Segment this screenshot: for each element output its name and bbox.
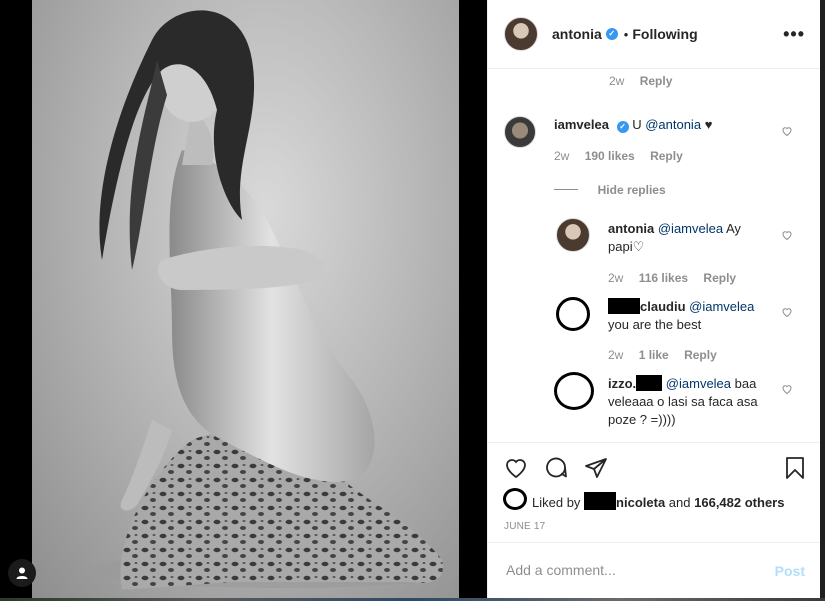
commenter-username[interactable]: iamvelea: [554, 117, 609, 132]
reply-button[interactable]: Reply: [684, 348, 717, 362]
post-actions: Liked by nicoleta and 166,482 others JUN…: [488, 442, 821, 543]
share-icon[interactable]: [584, 456, 608, 480]
user-tag-icon: [16, 567, 28, 579]
reply-username[interactable]: claudiu: [640, 299, 686, 314]
post-header: antonia ✓ • Following •••: [488, 0, 821, 69]
reply-text: poze ? =)))): [608, 412, 676, 427]
heart-icon[interactable]: [504, 456, 528, 480]
header-separator: •: [623, 26, 629, 42]
post-photo[interactable]: [32, 0, 459, 598]
like-reply-heart-icon[interactable]: [781, 306, 793, 318]
hide-replies-line: [554, 189, 578, 190]
reply-time: 2w: [608, 271, 624, 285]
user-tag-button[interactable]: [8, 559, 36, 587]
post-date[interactable]: JUNE 17: [504, 521, 545, 532]
author-username[interactable]: antonia: [552, 26, 602, 42]
reply-text: papi♡: [608, 239, 645, 254]
likes-others-count[interactable]: 166,482 others: [694, 495, 784, 510]
like-reply-heart-icon[interactable]: [781, 229, 793, 241]
comment-time: 2w: [554, 149, 570, 163]
reply-text: veleaaa o lasi sa faca asa: [608, 394, 758, 409]
redacted-avatar[interactable]: [556, 297, 590, 331]
reply-avatar[interactable]: [556, 218, 590, 252]
post-details-panel: antonia ✓ • Following ••• 2w Reply iamve…: [487, 0, 821, 598]
reply-username[interactable]: izzo.: [608, 376, 636, 391]
comment-likes[interactable]: 190 likes: [585, 149, 635, 163]
reply-button[interactable]: Reply: [650, 149, 683, 163]
bookmark-icon[interactable]: [784, 456, 806, 480]
like-comment-heart-icon[interactable]: [781, 125, 793, 137]
verified-badge-icon: ✓: [616, 121, 629, 133]
reply-button[interactable]: Reply: [640, 74, 673, 88]
post-media-pane: [0, 0, 487, 601]
add-comment-input[interactable]: [504, 561, 768, 579]
commenter-avatar[interactable]: [504, 116, 536, 148]
reply-text: baa: [734, 376, 757, 391]
liker-name[interactable]: nicoleta: [616, 495, 665, 510]
comment-emoji: ♥: [704, 117, 713, 132]
reply-username[interactable]: antonia: [608, 221, 654, 236]
reply-likes[interactable]: 1 like: [639, 348, 669, 362]
comment-composer: Post: [488, 542, 821, 599]
reply-likes[interactable]: 116 likes: [639, 271, 688, 285]
mention-link[interactable]: @iamvelea: [689, 299, 754, 314]
post-photo-graphic: [92, 10, 459, 590]
post-button[interactable]: Post: [775, 563, 805, 579]
mention-link[interactable]: @iamvelea: [658, 221, 723, 236]
more-options-icon[interactable]: •••: [783, 24, 805, 45]
liker-avatar[interactable]: [503, 488, 527, 510]
reply-text: Ay: [726, 221, 741, 236]
hide-replies-toggle[interactable]: Hide replies: [554, 182, 666, 197]
following-button[interactable]: Following: [632, 26, 697, 42]
hide-replies-label[interactable]: Hide replies: [598, 183, 666, 197]
redacted-avatar[interactable]: [554, 372, 594, 410]
likes-and-label: and: [668, 495, 691, 510]
comment-text: U: [632, 117, 642, 132]
comment-icon[interactable]: [544, 456, 568, 480]
reply-time: 2w: [608, 348, 624, 362]
reply-body: izzo. @iamvelea baa veleaaa o lasi sa fa…: [608, 375, 778, 429]
comment-meta: 2w Reply: [609, 74, 684, 88]
window-edge: [820, 0, 825, 601]
liked-by-label: Liked by: [532, 495, 581, 510]
reply-text: you are the best: [608, 317, 702, 332]
redaction-box: [608, 298, 640, 314]
comment-time: 2w: [609, 74, 625, 88]
mention-link[interactable]: @iamvelea: [666, 376, 731, 391]
reply-body: claudiu @iamvelea you are the best: [608, 298, 778, 334]
reply-meta: 2w 116 likes Reply: [608, 271, 748, 285]
like-reply-heart-icon[interactable]: [781, 383, 793, 395]
author-avatar[interactable]: [504, 17, 538, 51]
redaction-box: [584, 492, 617, 510]
mention-link[interactable]: @antonia: [645, 117, 701, 132]
reply-button[interactable]: Reply: [703, 271, 736, 285]
reply-meta: 2w 1 like Reply: [608, 348, 729, 362]
reply-body: antonia @iamvelea Ay papi♡: [608, 220, 778, 256]
comment-body: iamvelea ✓ U @antonia ♥: [554, 116, 774, 134]
verified-badge-icon: ✓: [605, 28, 618, 40]
comment-meta: 2w 190 likes Reply: [554, 149, 695, 163]
likes-summary: Liked by nicoleta and 166,482 others: [532, 492, 784, 510]
redaction-box: [636, 375, 663, 391]
